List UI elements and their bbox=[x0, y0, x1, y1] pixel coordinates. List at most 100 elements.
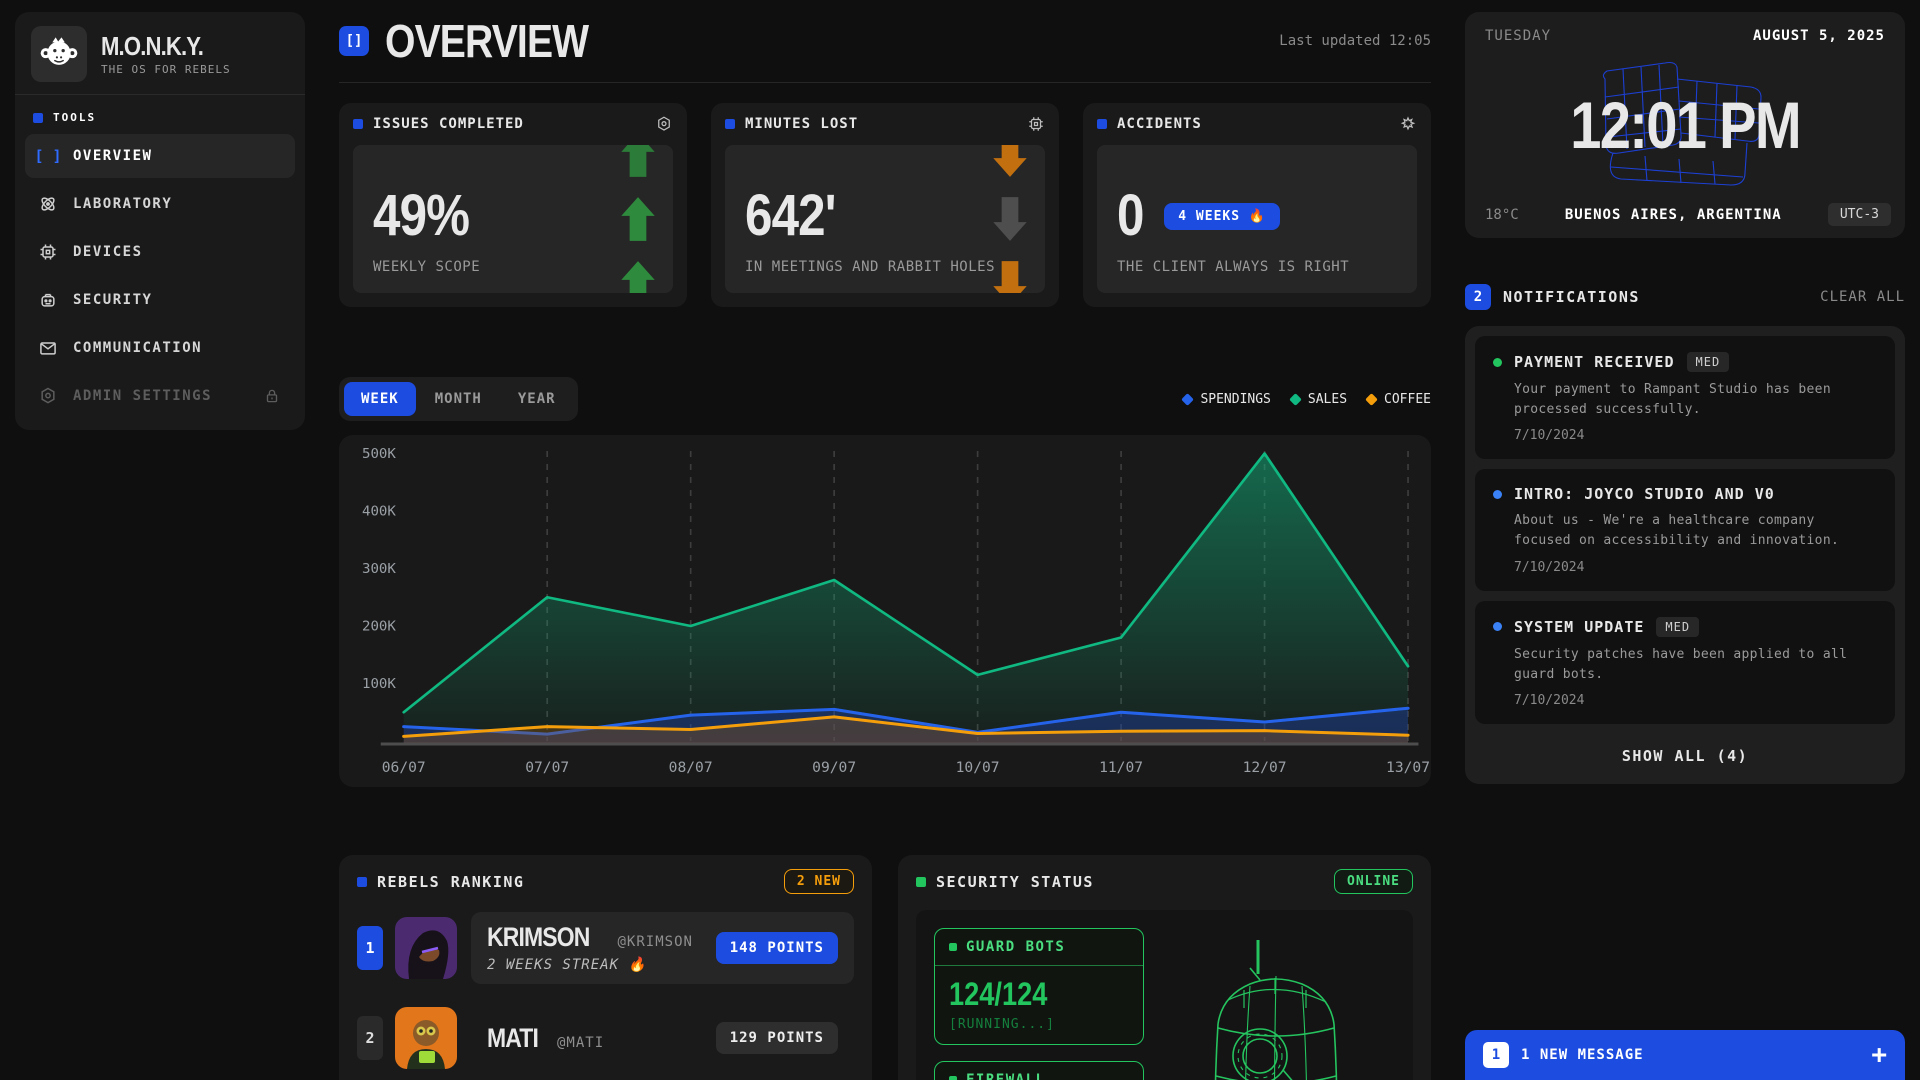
notification-body: Security patches have been applied to al… bbox=[1514, 645, 1877, 685]
envelope-icon bbox=[37, 337, 59, 359]
chip-icon[interactable] bbox=[1027, 115, 1045, 133]
panel-title: SECURITY STATUS bbox=[936, 873, 1094, 891]
notifications-panel: PAYMENT RECEIVED MED Your payment to Ram… bbox=[1465, 326, 1905, 784]
show-all-button[interactable]: SHOW ALL (4) bbox=[1475, 734, 1895, 774]
section-marker bbox=[33, 113, 43, 123]
sidebar-item-communication[interactable]: COMMUNICATION bbox=[25, 326, 295, 370]
app-root: M.O.N.K.Y. THE OS FOR REBELS TOOLS [ ] O… bbox=[0, 0, 1920, 1080]
notification-count-badge: 2 bbox=[1465, 284, 1491, 310]
chip-icon bbox=[37, 241, 59, 263]
hex-nut-icon[interactable] bbox=[655, 115, 673, 133]
atom-icon bbox=[37, 193, 59, 215]
stat-card-issues: ISSUES COMPLETED 49% WEEKLY SCOPE bbox=[339, 103, 687, 307]
rebel-name: KRIMSON bbox=[487, 924, 589, 951]
stat-title: MINUTES LOST bbox=[745, 116, 858, 132]
sidebar: M.O.N.K.Y. THE OS FOR REBELS TOOLS [ ] O… bbox=[15, 12, 305, 1080]
svg-text:500K: 500K bbox=[362, 446, 397, 462]
hex-nut-icon bbox=[37, 385, 59, 407]
svg-text:13/07: 13/07 bbox=[1386, 760, 1430, 776]
notifications-title: NOTIFICATIONS bbox=[1503, 288, 1640, 306]
sidebar-item-devices[interactable]: DEVICES bbox=[25, 230, 295, 274]
location: BUENOS AIRES, ARGENTINA bbox=[1565, 207, 1782, 223]
sidebar-item-admin-settings[interactable]: ADMIN SETTINGS bbox=[25, 374, 295, 418]
rebel-streak: 2 WEEKS STREAK 🔥 bbox=[487, 957, 693, 973]
trend-down-arrows-icon bbox=[991, 145, 1029, 293]
chart-panel: 100K200K300K400K500K06/0707/0708/0709/07… bbox=[339, 435, 1431, 787]
rank-number: 2 bbox=[357, 1016, 383, 1060]
guard-bot-wireframe-icon bbox=[1154, 928, 1395, 1080]
message-count-badge: 1 bbox=[1483, 1042, 1509, 1068]
right-sidebar: TUESDAY AUGUST 5, 2025 12:01 PM 1 bbox=[1465, 12, 1905, 1080]
svg-text:07/07: 07/07 bbox=[525, 760, 569, 776]
rebel-handle: @MATI bbox=[557, 1035, 604, 1051]
guard-bots-box: GUARD BOTS 124/124 [RUNNING...] bbox=[934, 928, 1144, 1045]
tab-week[interactable]: WEEK bbox=[344, 382, 416, 416]
stat-title: ISSUES COMPLETED bbox=[373, 116, 524, 132]
rebel-name: MATI bbox=[487, 1025, 538, 1052]
brand-name: M.O.N.K.Y. bbox=[101, 33, 203, 59]
marker bbox=[949, 943, 957, 951]
svg-text:12/07: 12/07 bbox=[1243, 760, 1287, 776]
temperature: 18°C bbox=[1485, 207, 1519, 223]
message-label: 1 NEW MESSAGE bbox=[1521, 1047, 1644, 1063]
avatar bbox=[395, 917, 457, 979]
notification-intro[interactable]: INTRO: JOYCO STUDIO AND V0 About us - We… bbox=[1475, 469, 1895, 590]
clock-card: TUESDAY AUGUST 5, 2025 12:01 PM 1 bbox=[1465, 12, 1905, 238]
notification-payment[interactable]: PAYMENT RECEIVED MED Your payment to Ram… bbox=[1475, 336, 1895, 459]
notification-date: 7/10/2024 bbox=[1514, 428, 1877, 443]
chart-svg: 100K200K300K400K500K06/0707/0708/0709/07… bbox=[339, 435, 1431, 787]
chart-legend: SPENDINGS SALES COFFEE bbox=[1183, 392, 1431, 407]
legend-spendings[interactable]: SPENDINGS bbox=[1183, 392, 1270, 407]
stat-card-accidents: ACCIDENTS 0 4 WEEKS 🔥 THE CLIENT ALWAYS … bbox=[1083, 103, 1431, 307]
svg-text:300K: 300K bbox=[362, 561, 397, 577]
marker bbox=[949, 1076, 957, 1080]
legend-sales[interactable]: SALES bbox=[1291, 392, 1347, 407]
brackets-icon: [ ] bbox=[37, 145, 59, 167]
tab-year[interactable]: YEAR bbox=[501, 382, 573, 416]
sidebar-item-laboratory[interactable]: LABORATORY bbox=[25, 182, 295, 226]
svg-text:200K: 200K bbox=[362, 619, 397, 635]
spark-icon[interactable] bbox=[1399, 115, 1417, 133]
brand-text: M.O.N.K.Y. THE OS FOR REBELS bbox=[101, 33, 231, 76]
overview-brackets-icon: [] bbox=[339, 26, 369, 56]
status-dot bbox=[1493, 622, 1502, 631]
stat-card-minutes-lost: MINUTES LOST 642' IN MEETINGS AND RABBIT… bbox=[711, 103, 1059, 307]
legend-coffee[interactable]: COFFEE bbox=[1367, 392, 1431, 407]
svg-text:09/07: 09/07 bbox=[812, 760, 856, 776]
priority-badge: MED bbox=[1687, 352, 1730, 372]
time: 12:01 PM bbox=[1570, 87, 1800, 163]
svg-text:06/07: 06/07 bbox=[382, 760, 426, 776]
sidebar-item-overview[interactable]: [ ] OVERVIEW bbox=[25, 134, 295, 178]
sidebar-item-security[interactable]: SECURITY bbox=[25, 278, 295, 322]
stat-value: 0 bbox=[1117, 187, 1144, 245]
card-marker bbox=[725, 119, 735, 129]
panel-marker bbox=[357, 877, 367, 887]
clear-all-button[interactable]: CLEAR ALL bbox=[1820, 289, 1905, 305]
stat-title: ACCIDENTS bbox=[1117, 116, 1202, 132]
notification-system-update[interactable]: SYSTEM UPDATE MED Security patches have … bbox=[1475, 601, 1895, 724]
panel-title: REBELS RANKING bbox=[377, 873, 524, 891]
ranking-row-1[interactable]: 1 KRIMSON @KRIMSON 2 WEEKS STREAK 🔥 148 bbox=[357, 912, 854, 984]
panel-marker bbox=[916, 877, 926, 887]
bottom-panels: REBELS RANKING 2 NEW 1 KRIMSON @KRIMSON bbox=[339, 855, 1431, 1080]
tools-section-label: TOOLS bbox=[15, 95, 305, 134]
notification-body: Your payment to Rampant Studio has been … bbox=[1514, 380, 1877, 420]
ranking-row-2[interactable]: 2 MATI @MATI 129 POINTS bbox=[357, 1002, 854, 1074]
new-badge: 2 NEW bbox=[784, 869, 854, 894]
tab-month[interactable]: MONTH bbox=[418, 382, 499, 416]
svg-text:100K: 100K bbox=[362, 676, 397, 692]
robot-icon bbox=[37, 289, 59, 311]
priority-badge: MED bbox=[1656, 617, 1699, 637]
security-status-panel: SECURITY STATUS ONLINE GUARD BOTS 124/12… bbox=[898, 855, 1431, 1080]
new-message-bar[interactable]: 1 1 NEW MESSAGE + bbox=[1465, 1030, 1905, 1080]
notification-title: SYSTEM UPDATE bbox=[1514, 618, 1644, 636]
svg-text:11/07: 11/07 bbox=[1099, 760, 1143, 776]
rank-number: 1 bbox=[357, 926, 383, 970]
plus-icon[interactable]: + bbox=[1871, 1042, 1887, 1068]
firewall-box: FIREWALL bbox=[934, 1061, 1144, 1080]
stat-value: 49% bbox=[373, 187, 611, 245]
stat-caption: THE CLIENT ALWAYS IS RIGHT bbox=[1117, 259, 1397, 275]
svg-text:400K: 400K bbox=[362, 504, 397, 520]
notification-title: INTRO: JOYCO STUDIO AND V0 bbox=[1514, 485, 1775, 503]
points-badge: 148 POINTS bbox=[716, 932, 838, 964]
